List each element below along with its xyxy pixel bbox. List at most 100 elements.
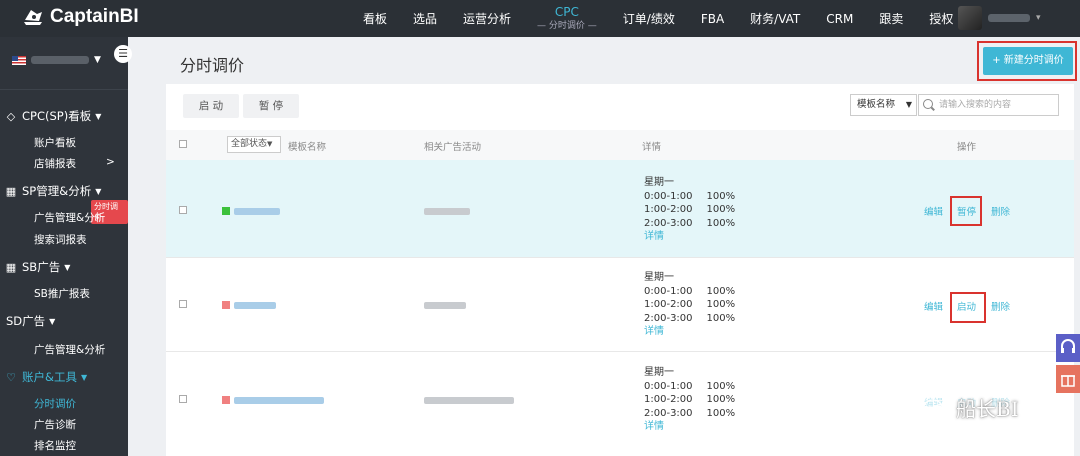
row-checkbox[interactable] [179, 206, 187, 214]
detail-day: 星期一 [644, 177, 674, 188]
template-name-link-redacted[interactable] [234, 397, 324, 404]
status-filter-value: 全部状态 [231, 139, 268, 149]
detail-more-link[interactable]: 详情 [644, 325, 735, 339]
delete-link[interactable]: 删除 [991, 299, 1010, 313]
bid-percent: 100% [706, 217, 736, 229]
detail-line: 0:00-1:00 100% [644, 380, 735, 394]
highlight-box [950, 196, 982, 226]
account-switcher[interactable]: ▼ [12, 55, 101, 65]
top-bar: CaptainBI 看板 选品 运营分析 CPC — 分时调价 — 订单/绩效 … [0, 0, 1080, 37]
detail-line: 2:00-3:00 100% [644, 217, 735, 231]
sidebar: ▼ ☰ ◇ CPC(SP)看板 ▼ 账户看板 店铺报表 > ▦ SP管理&分析 … [0, 37, 132, 456]
time-range: 2:00-3:00 [644, 217, 693, 229]
sidebar-group-label: SD广告 [6, 314, 46, 328]
delete-link[interactable]: 删除 [991, 204, 1010, 218]
search-icon [923, 99, 933, 109]
wechat-icon [923, 398, 949, 416]
time-range: 2:00-3:00 [644, 312, 693, 324]
detail-day: 星期一 [644, 272, 674, 283]
sidebar-item-search-terms[interactable]: 搜索词报表 [34, 232, 87, 247]
nav-cpc[interactable]: CPC — 分时调价 — [537, 6, 597, 32]
row-checkbox[interactable] [179, 395, 187, 403]
sidebar-group-tools[interactable]: ♡ 账户&工具 ▼ [4, 369, 87, 385]
detail-line: 1:00-2:00 100% [644, 298, 735, 312]
nav-orders[interactable]: 订单/绩效 [623, 10, 675, 27]
sidebar-group-label: SP管理&分析 [22, 184, 92, 198]
sidebar-item-sb-report[interactable]: SB推广报表 [34, 286, 90, 301]
caret-down-icon: ▼ [80, 372, 88, 382]
chart-icon: ◇ [6, 109, 16, 123]
detail-line: 0:00-1:00 100% [644, 190, 735, 204]
caret-down-icon: ▼ [905, 100, 912, 109]
collapse-menu-icon[interactable]: ☰ [114, 45, 132, 63]
row-checkbox[interactable] [179, 300, 187, 308]
caret-down-icon: ▼ [95, 186, 102, 196]
nav-cpc-label: CPC [554, 4, 579, 19]
filter-field-select[interactable]: 模板名称 ▼ [850, 94, 917, 116]
caret-down-icon: ▼ [49, 316, 56, 326]
logo-text: CaptainBI [50, 6, 139, 27]
sidebar-group-cpc[interactable]: ◇ CPC(SP)看板 ▼ [4, 108, 102, 124]
sidebar-item-ad-management[interactable]: 广告管理&分析 [34, 210, 105, 225]
sidebar-group-sb[interactable]: ▦ SB广告 ▼ [4, 259, 71, 275]
template-name-link-redacted[interactable] [234, 208, 280, 215]
time-range: 1:00-2:00 [644, 394, 693, 405]
select-all-checkbox[interactable] [179, 140, 187, 148]
col-template-name: 模板名称 [288, 142, 327, 153]
col-details: 详情 [642, 142, 662, 153]
nav-fba[interactable]: FBA [701, 12, 724, 26]
highlight-box [950, 292, 986, 323]
sidebar-item-rank-monitor[interactable]: 排名监控 [34, 438, 76, 453]
edit-link[interactable]: 编辑 [924, 204, 943, 218]
nav-product-selection[interactable]: 选品 [413, 10, 437, 27]
campaign-name-redacted [424, 208, 470, 215]
status-filter-select[interactable]: 全部状态▼ [227, 136, 281, 153]
col-related-campaigns: 相关广告活动 [424, 142, 482, 153]
detail-line: 1:00-2:00 100% [644, 393, 735, 407]
time-range: 0:00-1:00 [644, 285, 693, 297]
captain-hat-icon [24, 10, 42, 25]
campaign-name-redacted [424, 302, 466, 309]
bid-percent: 100% [706, 285, 736, 297]
nav-finance[interactable]: 财务/VAT [750, 10, 800, 27]
nav-dashboard[interactable]: 看板 [363, 10, 387, 27]
sidebar-group-label: CPC(SP)看板 [22, 109, 92, 123]
sidebar-item-ad-diagnosis[interactable]: 广告诊断 [34, 417, 76, 432]
us-flag-icon [12, 55, 26, 65]
start-button[interactable]: 启 动 [183, 94, 239, 118]
pause-button[interactable]: 暂 停 [243, 94, 299, 118]
sidebar-group-sd[interactable]: SD广告 ▼ [6, 313, 55, 329]
sidebar-group-sp[interactable]: ▦ SP管理&分析 ▼ [4, 183, 102, 199]
customer-service-icon[interactable] [1056, 334, 1080, 362]
detail-more-link[interactable]: 详情 [644, 230, 735, 244]
sidebar-item-time-pricing[interactable]: 分时调价 [34, 396, 76, 411]
row-detail: 星期一 0:00-1:00 100% 1:00-2:00 100% 2:00-3:0… [644, 176, 735, 244]
edit-link[interactable]: 编辑 [924, 299, 943, 313]
nav-operations-analysis[interactable]: 运营分析 [463, 10, 511, 27]
row-detail: 星期一 0:00-1:00 100% 1:00-2:00 100% 2:00-3:0… [644, 271, 735, 339]
detail-line: 2:00-3:00 100% [644, 312, 735, 326]
sidebar-item-sd-management[interactable]: 广告管理&分析 [34, 342, 105, 357]
bid-percent: 100% [706, 190, 736, 202]
caret-down-icon: ▼ [64, 262, 71, 272]
bid-percent: 100% [706, 312, 736, 324]
gift-icon[interactable] [1056, 365, 1080, 393]
user-menu[interactable]: ▾ [958, 6, 1041, 30]
nav-crm[interactable]: CRM [826, 12, 853, 26]
sidebar-item-account-board[interactable]: 账户看板 [34, 135, 76, 150]
search-input[interactable]: 请输入搜索的内容 [918, 94, 1059, 116]
page-title: 分时调价 [180, 56, 245, 75]
account-name-redacted [31, 56, 89, 64]
nav-authorization[interactable]: 授权 [929, 10, 953, 27]
logo[interactable]: CaptainBI [22, 6, 139, 28]
table-icon: ▦ [5, 184, 17, 198]
detail-more-link[interactable]: 详情 [644, 420, 735, 434]
sidebar-item-store-report[interactable]: 店铺报表 [34, 156, 76, 171]
nav-follow-sell[interactable]: 跟卖 [879, 10, 903, 27]
template-name-link-redacted[interactable] [234, 302, 276, 309]
bid-percent: 100% [706, 299, 736, 310]
col-actions: 操作 [957, 142, 977, 153]
table-icon: ▦ [5, 260, 17, 274]
caret-down-icon: ▼ [267, 140, 273, 148]
nav-cpc-sub: — 分时调价 — [537, 20, 597, 31]
